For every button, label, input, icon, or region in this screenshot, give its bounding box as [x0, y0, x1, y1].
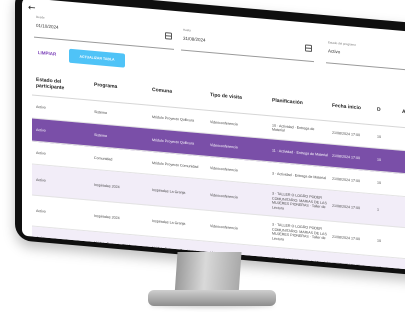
- cell-state: Activo: [36, 208, 46, 214]
- column-header-planning[interactable]: Planificación: [272, 97, 303, 106]
- cell-start-date: 21/08/2024 18:00: [332, 261, 360, 268]
- end-date-label: Hasta: [183, 27, 191, 33]
- cell-commune: Módulo Proyecto Comunidad: [152, 160, 199, 169]
- update-table-button[interactable]: ACTUALIZAR TABLA: [69, 48, 125, 68]
- column-header-visit-type[interactable]: Tipo de visita: [210, 92, 242, 101]
- cell-d: 10: [377, 265, 381, 270]
- cell-d: 10: [377, 134, 381, 139]
- calendar-icon[interactable]: [165, 32, 172, 40]
- column-header-d[interactable]: D: [377, 107, 381, 113]
- monitor-frame: ← Desde 01/10/2024 Hasta 31/08/2024 Esta…: [15, 0, 405, 277]
- clear-button[interactable]: LIMPIAR: [36, 47, 58, 61]
- program-status-value[interactable]: Activo: [328, 48, 340, 54]
- app-screen: ← Desde 01/10/2024 Hasta 31/08/2024 Esta…: [22, 0, 405, 271]
- cell-state: Activo: [36, 235, 46, 241]
- cell-state: Activo: [36, 127, 46, 133]
- cell-program: Inspiradas 2024: [94, 182, 120, 189]
- cell-commune: Módulo Proyecto Quilicura: [152, 137, 195, 146]
- cell-start-date: 21/08/2024 17:00: [332, 234, 360, 241]
- cell-state: Activo: [36, 150, 46, 156]
- cell-start-date: 21/08/2024 17:00: [332, 176, 360, 183]
- column-header-start-date[interactable]: Fecha inicio: [332, 103, 361, 112]
- cell-commune: Módulo Proyecto Quilicura: [152, 114, 195, 123]
- cell-state: Activo: [36, 177, 46, 183]
- cell-program: Módulo Proyecto 2024: [94, 240, 130, 248]
- program-status-label: Estado del programa: [328, 40, 356, 47]
- cell-d: 10: [377, 157, 381, 162]
- start-date-value[interactable]: 01/10/2024: [36, 23, 59, 30]
- cell-start-date: 21/08/2024 17:00: [332, 153, 360, 160]
- cell-visit-type: Videoconferencia: [210, 223, 238, 231]
- program-status-field[interactable]: Estado del programa Activo: [326, 40, 405, 72]
- cell-d: 1: [377, 207, 379, 212]
- cell-commune: Inspiradas La Granja: [152, 187, 186, 195]
- column-header-state[interactable]: Estado del participante: [36, 77, 74, 92]
- end-date-value[interactable]: 31/08/2024: [183, 36, 206, 43]
- data-table: Estado del participante Programa Comuna …: [32, 68, 405, 271]
- back-arrow-icon[interactable]: ←: [28, 3, 36, 14]
- cell-planning: 3 · TALLER O LOGRO PODER COMUNITARIO: MA…: [272, 222, 327, 242]
- calendar-icon[interactable]: [305, 44, 312, 52]
- start-date-label: Desde: [36, 14, 45, 20]
- cell-start-date: 21/08/2024 17:00: [332, 130, 360, 137]
- cell-state: Activo: [36, 104, 46, 110]
- cell-visit-type: Videoconferencia: [210, 192, 238, 200]
- cell-program: Inspiradas 2024: [94, 213, 120, 220]
- column-header-commune[interactable]: Comuna: [152, 87, 172, 95]
- monitor-base: [148, 290, 276, 306]
- cell-planning: 11 · Actividad · Entrega de Material: [272, 256, 328, 266]
- cell-planning: 3 · TALLER O LOGRO PODER COMUNITARIO: MA…: [272, 191, 327, 211]
- cell-start-date: 21/08/2024 17:00: [332, 203, 360, 210]
- start-date-field[interactable]: Desde 01/10/2024: [34, 14, 174, 50]
- column-header-program[interactable]: Programa: [94, 82, 117, 90]
- end-date-field[interactable]: Hasta 31/08/2024: [181, 27, 314, 63]
- cell-commune: Inspiradas La Granja: [152, 218, 186, 226]
- cell-d: 10: [377, 180, 381, 185]
- cell-d: 10: [377, 238, 381, 243]
